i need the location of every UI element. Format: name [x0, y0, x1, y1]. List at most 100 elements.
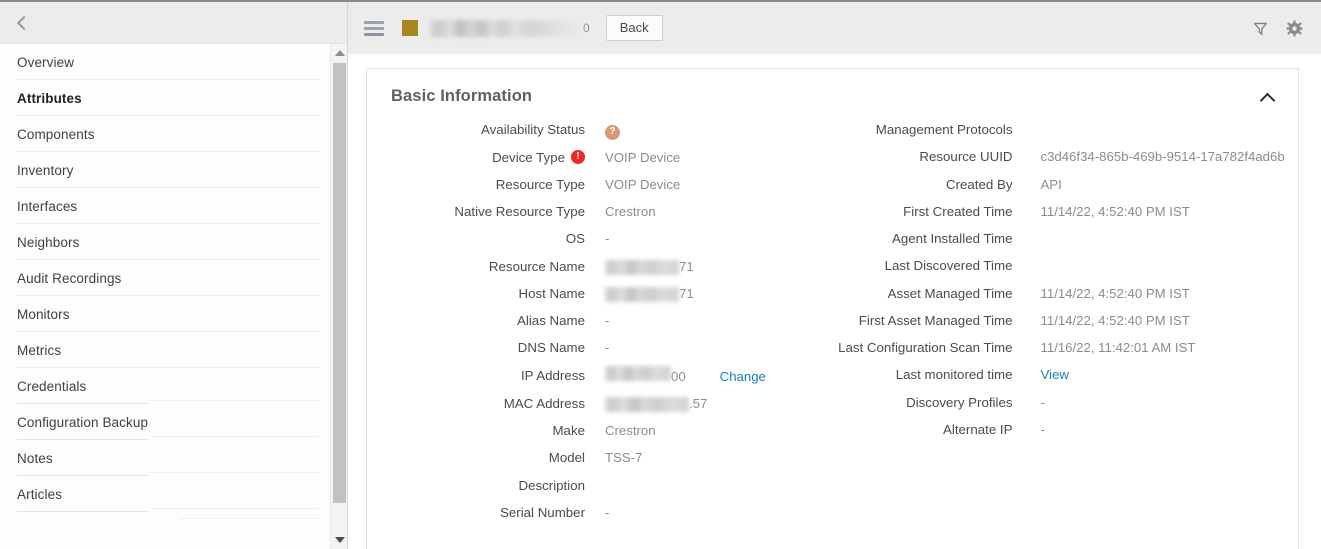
sidebar-item-label: Notes: [17, 450, 53, 466]
sidebar-header: [0, 2, 347, 44]
field-value: c3d46f34-865b-469b-9514-17a782f4ad6b: [1040, 149, 1285, 165]
left-sidebar: Overview Attributes Components Inventory…: [0, 2, 348, 549]
field-label: Created By: [945, 176, 1013, 192]
gear-icon[interactable]: [1281, 15, 1307, 41]
field-description: Description: [367, 476, 833, 495]
funnel-filter-icon[interactable]: [1247, 15, 1273, 41]
sidebar-item-label: Overview: [17, 54, 75, 70]
back-button[interactable]: Back: [605, 15, 663, 41]
attributes-column-right: Management Protocols Resource UUID c3d46…: [833, 120, 1299, 530]
change-ip-link[interactable]: Change: [720, 367, 766, 386]
sidebar-item-metrics[interactable]: Metrics: [0, 332, 328, 368]
hamburger-menu-icon[interactable]: [364, 20, 384, 36]
field-alternate-ip: Alternate IP -: [833, 420, 1299, 439]
error-exclamation-icon[interactable]: !: [571, 149, 585, 164]
field-value: API: [1040, 176, 1062, 192]
field-host-name: Host Name 71: [367, 284, 833, 303]
view-link[interactable]: View: [1041, 367, 1069, 382]
field-agent-installed-time: Agent Installed Time: [833, 229, 1299, 248]
chevron-up-icon[interactable]: [1258, 88, 1276, 106]
sidebar-scrollbar-thumb[interactable]: [333, 63, 346, 503]
field-label: Discovery Profiles: [906, 394, 1013, 410]
field-value: 11/14/22, 4:52:40 PM IST: [1040, 312, 1190, 328]
sidebar-item-credentials[interactable]: Credentials: [0, 368, 328, 404]
field-label: Resource Name: [488, 258, 585, 274]
field-label: Last monitored time: [895, 367, 1013, 383]
field-value: -: [605, 504, 610, 520]
sidebar-item-articles[interactable]: Articles: [0, 476, 328, 512]
sidebar-item-inventory[interactable]: Inventory: [0, 152, 328, 188]
field-resource-type: Resource Type VOIP Device: [367, 175, 833, 194]
attributes-column-left: Availability Status ? Device Type ! VOIP…: [367, 120, 833, 530]
field-label: OS: [565, 231, 585, 247]
scroll-up-arrow-icon[interactable]: [331, 45, 347, 61]
sidebar-item-interfaces[interactable]: Interfaces: [0, 188, 328, 224]
chevron-left-icon[interactable]: [14, 15, 30, 31]
field-value: -: [605, 313, 610, 329]
sidebar-item-label: Inventory: [17, 162, 74, 178]
sidebar-list-tail: [0, 512, 328, 549]
sidebar-item-audit-recordings[interactable]: Audit Recordings: [0, 260, 328, 296]
field-value: Crestron: [605, 204, 656, 220]
field-last-discovered-time: Last Discovered Time: [833, 256, 1299, 275]
basic-information-card: Basic Information Availability Status ?: [366, 68, 1299, 549]
redacted-value: [605, 396, 689, 412]
redacted-value: [605, 286, 679, 302]
field-value-text: 71: [679, 285, 694, 301]
sidebar-item-neighbors[interactable]: Neighbors: [0, 224, 328, 260]
field-value-text: 71: [679, 258, 694, 274]
field-value: -: [1040, 394, 1045, 410]
field-label: Native Resource Type: [454, 204, 585, 220]
field-value: 71: [585, 257, 833, 276]
field-discovery-profiles: Discovery Profiles -: [833, 393, 1299, 412]
field-value-text: .57: [689, 395, 708, 411]
field-make: Make Crestron: [367, 421, 833, 440]
sidebar-item-monitors[interactable]: Monitors: [0, 296, 328, 332]
field-last-monitored-time: Last monitored time View: [833, 365, 1299, 384]
field-label: Availability Status: [481, 122, 585, 137]
field-ip-address: IP Address 00 Change: [367, 365, 833, 386]
resource-title: 0: [430, 19, 590, 37]
sidebar-item-label: Neighbors: [17, 234, 80, 250]
field-mac-address: MAC Address .57: [367, 394, 833, 413]
field-value-text: 00: [671, 368, 686, 384]
field-value: 00 Change: [585, 365, 833, 386]
content-area: Basic Information Availability Status ?: [348, 54, 1321, 549]
sidebar-scrollbar[interactable]: [330, 44, 347, 549]
sidebar-item-overview[interactable]: Overview: [0, 44, 328, 80]
field-label: MAC Address: [503, 395, 585, 411]
sidebar-item-label: Credentials: [17, 378, 87, 394]
field-created-by: Created By API: [833, 175, 1299, 194]
field-label: First Created Time: [903, 203, 1013, 219]
field-resource-name: Resource Name 71: [367, 257, 833, 276]
field-value: VOIP Device: [605, 176, 681, 192]
field-value: 11/16/22, 11:42:01 AM IST: [1040, 340, 1196, 356]
question-circle-icon[interactable]: ?: [605, 124, 620, 140]
sidebar-item-notes[interactable]: Notes: [0, 440, 328, 476]
field-label: IP Address: [520, 367, 585, 383]
field-model: Model TSS-7: [367, 448, 833, 467]
field-value: Crestron: [605, 423, 656, 439]
main-panel: 0 Back Basic Information Availability St…: [348, 2, 1321, 549]
field-availability-status: Availability Status ?: [367, 120, 833, 140]
sidebar-item-label: Configuration Backup: [17, 414, 149, 430]
redacted-value: [605, 365, 671, 381]
card-title: Basic Information: [391, 87, 533, 105]
field-label: Make: [552, 423, 585, 439]
sidebar-item-attributes[interactable]: Attributes: [0, 80, 328, 116]
field-label: Agent Installed Time: [892, 231, 1013, 247]
field-label: Resource Type: [495, 176, 585, 192]
sidebar-item-configuration-backup[interactable]: Configuration Backup: [0, 404, 328, 440]
field-label: Last Discovered Time: [884, 258, 1013, 274]
scroll-down-arrow-icon[interactable]: [331, 532, 347, 548]
field-value: 71: [585, 284, 833, 303]
sidebar-item-label: Metrics: [17, 342, 62, 358]
field-label: Resource UUID: [919, 149, 1013, 165]
field-value: TSS-7: [605, 450, 643, 466]
field-device-type: Device Type ! VOIP Device: [367, 148, 833, 167]
sidebar-item-components[interactable]: Components: [0, 116, 328, 152]
sidebar-item-label: Interfaces: [17, 198, 78, 214]
field-value: -: [1040, 421, 1045, 437]
field-label-text: Device Type: [492, 149, 565, 165]
field-label: Asset Managed Time: [887, 285, 1013, 301]
